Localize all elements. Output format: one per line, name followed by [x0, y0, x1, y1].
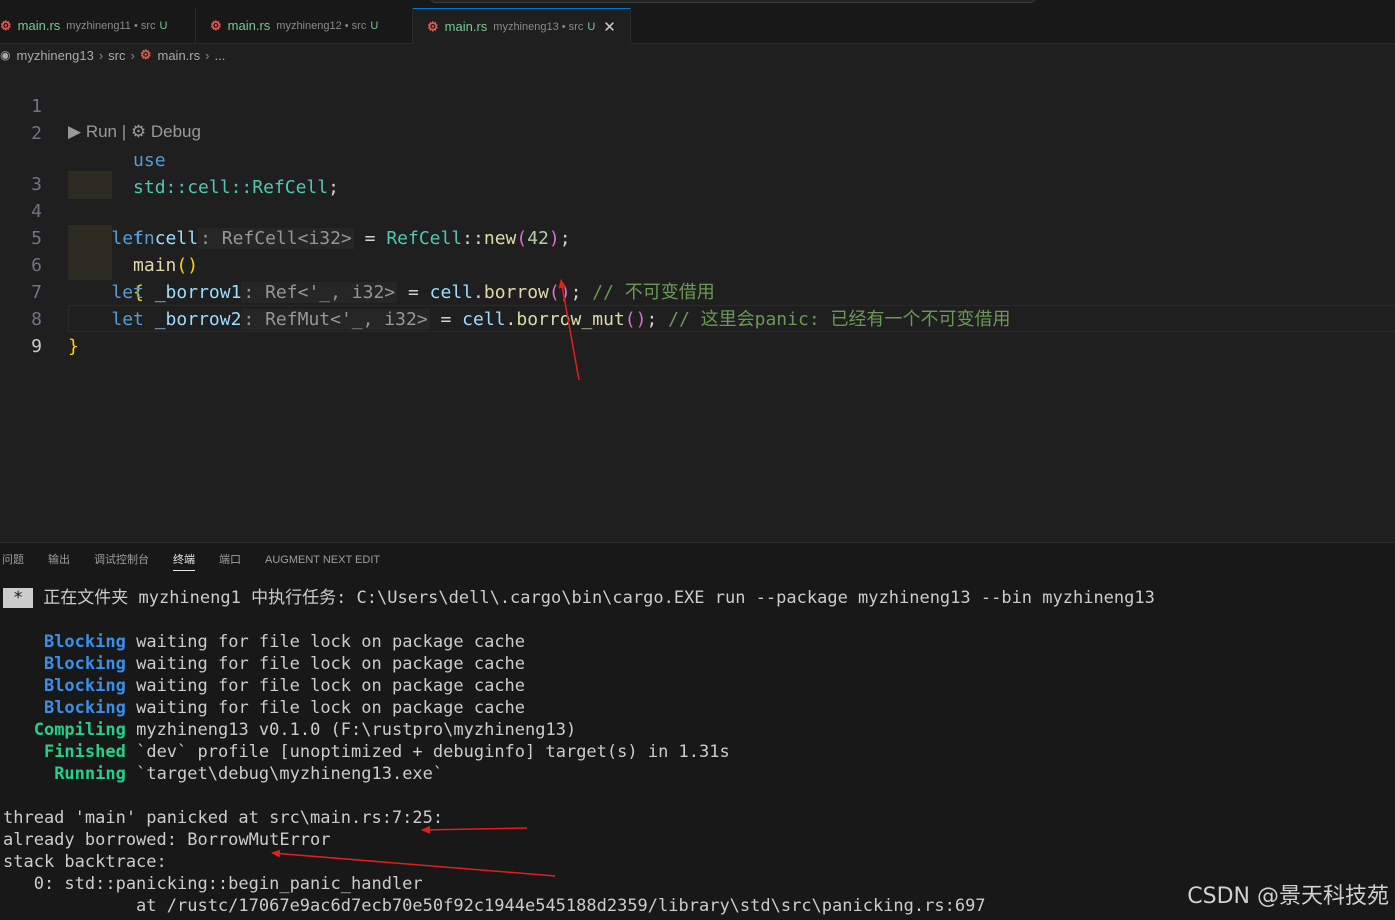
gear-icon: ⚙	[130, 122, 147, 141]
code-editor[interactable]: 1 use std::cell::RefCell; 2 ▶ Run | ⚙ De…	[0, 66, 1395, 542]
cargo-status: Blocking	[43, 654, 126, 674]
cargo-status: Compiling	[33, 720, 126, 740]
task-line: * 正在文件夹 myzhineng1 中执行任务: C:\Users\dell\.…	[3, 587, 1155, 609]
chevron-right-icon: ›	[130, 47, 135, 63]
close-icon[interactable]: ✕	[603, 18, 616, 36]
cargo-message: myzhineng13 v0.1.0 (F:\rustpro\myzhineng…	[136, 720, 577, 740]
folder-icon: ◉	[0, 48, 11, 62]
cargo-status: Blocking	[43, 676, 126, 696]
tab-ports[interactable]: 端口	[219, 543, 241, 577]
command-center[interactable]	[430, 0, 1036, 3]
cargo-status: Finished	[43, 742, 126, 762]
rust-file-icon: ⚙	[139, 47, 152, 62]
run-link[interactable]: Run	[86, 122, 117, 141]
bracket: }	[68, 336, 79, 357]
tab-file-name: main.rs	[227, 18, 271, 33]
terminal-line: Blocking waiting for file lock on packag…	[3, 631, 525, 653]
cargo-message: waiting for file lock on package cache	[136, 632, 526, 652]
panic-line: at /rustc/17067e9ac6d7ecb70e50f92c1944e5…	[3, 896, 986, 916]
panic-line: stack backtrace:	[3, 852, 167, 872]
rust-file-icon: ⚙	[210, 17, 222, 33]
task-text: 正在文件夹 myzhineng1 中执行任务: C:\Users\dell\.c…	[43, 588, 1155, 608]
tab-path: myzhineng13 • src	[493, 20, 584, 33]
chevron-right-icon: ›	[98, 47, 104, 63]
tab-modified-badge: U	[159, 19, 168, 32]
chevron-right-icon: ›	[205, 47, 210, 63]
cargo-message: waiting for file lock on package cache	[136, 676, 526, 696]
task-marker: *	[3, 588, 34, 608]
breadcrumb-project[interactable]: myzhineng13	[16, 48, 93, 63]
tab-augment-next-edit[interactable]: AUGMENT NEXT EDIT	[265, 543, 380, 577]
terminal-line: Running `target\debug\myzhineng13.exe`	[3, 763, 443, 785]
terminal-line: Compiling myzhineng13 v0.1.0 (F:\rustpro…	[3, 719, 576, 741]
terminal-line: Finished `dev` profile [unoptimized + de…	[3, 741, 730, 763]
tab-modified-badge: U	[587, 20, 596, 33]
code-line: 7 let _borrow2: RefMut<'_, i32> = cell.b…	[0, 252, 1395, 330]
tab-path: myzhineng12 • src	[276, 19, 367, 32]
debug-link[interactable]: Debug	[151, 122, 201, 141]
cargo-status: Running	[54, 764, 126, 784]
breadcrumb: ◉ myzhineng13 › src › ⚙ main.rs › ...	[0, 44, 225, 66]
tab-file-name: main.rs	[444, 19, 488, 34]
code-line: 2	[0, 93, 1395, 144]
terminal-line: Blocking waiting for file lock on packag…	[3, 697, 525, 719]
rust-file-icon: ⚙	[427, 18, 439, 34]
terminal-line: Blocking waiting for file lock on packag…	[3, 675, 525, 697]
cargo-message: waiting for file lock on package cache	[136, 698, 526, 718]
panic-line: already borrowed: BorrowMutError	[3, 830, 331, 850]
tab-output[interactable]: 输出	[48, 543, 70, 577]
cargo-message: waiting for file lock on package cache	[136, 654, 526, 674]
cargo-status: Blocking	[43, 698, 126, 718]
terminal-line: Blocking waiting for file lock on packag…	[3, 653, 525, 675]
panel-tabs: 问题 输出 调试控制台 终端 端口 AUGMENT NEXT EDIT	[0, 543, 402, 577]
panic-line: 0: std::panicking::begin_panic_handler	[3, 874, 423, 894]
tab-modified-badge: U	[370, 19, 379, 32]
tab-path: myzhineng11 • src	[66, 19, 156, 32]
cargo-message: `dev` profile [unoptimized + debuginfo] …	[136, 742, 730, 762]
code-line: 5	[0, 198, 1395, 249]
tab-terminal[interactable]: 终端	[173, 543, 195, 577]
panic-line: thread 'main' panicked at src\main.rs:7:…	[3, 808, 444, 828]
watermark: CSDN @景天科技苑	[1187, 884, 1389, 909]
line-number: 2	[31, 123, 42, 144]
tab-problems[interactable]: 问题	[2, 543, 24, 577]
tab-debug-console[interactable]: 调试控制台	[94, 543, 149, 577]
play-icon: ▶	[68, 122, 82, 141]
code-line: 4 let cell: RefCell<i32> = RefCell::new(…	[0, 171, 1395, 249]
codelens-separator: |	[121, 122, 127, 141]
editor-tab-active[interactable]: ⚙ main.rs myzhineng13 • src U ✕	[413, 8, 631, 44]
editor-tab-bar: ⚙ main.rs myzhineng11 • src U ⚙ main.rs …	[0, 8, 1395, 44]
editor-tab[interactable]: ⚙ main.rs myzhineng11 • src U	[0, 8, 196, 43]
line-number: 9	[31, 336, 42, 357]
breadcrumb-more[interactable]: ...	[214, 48, 225, 63]
code-lens: ▶ Run | ⚙ Debug	[68, 119, 201, 145]
code-line: 8 }	[0, 279, 1395, 357]
breadcrumb-file[interactable]: main.rs	[158, 48, 201, 63]
cargo-message: `target\debug\myzhineng13.exe`	[136, 764, 444, 784]
tab-file-name: main.rs	[17, 18, 61, 33]
code-line: 3 fn main() {	[0, 144, 1395, 303]
rust-file-icon: ⚙	[0, 17, 12, 33]
title-bar	[0, 0, 1395, 8]
editor-tab[interactable]: ⚙ main.rs myzhineng12 • src U	[196, 8, 413, 43]
code-line-current: 9	[0, 306, 1395, 357]
breadcrumb-folder[interactable]: src	[108, 48, 125, 63]
bottom-panel: 问题 输出 调试控制台 终端 端口 AUGMENT NEXT EDIT * 正在文…	[0, 542, 1395, 920]
code-line: 1 use std::cell::RefCell;	[0, 66, 1395, 198]
code-line: 6 let _borrow1: Ref<'_, i32> = cell.borr…	[0, 225, 1395, 303]
cargo-status: Blocking	[43, 632, 126, 652]
